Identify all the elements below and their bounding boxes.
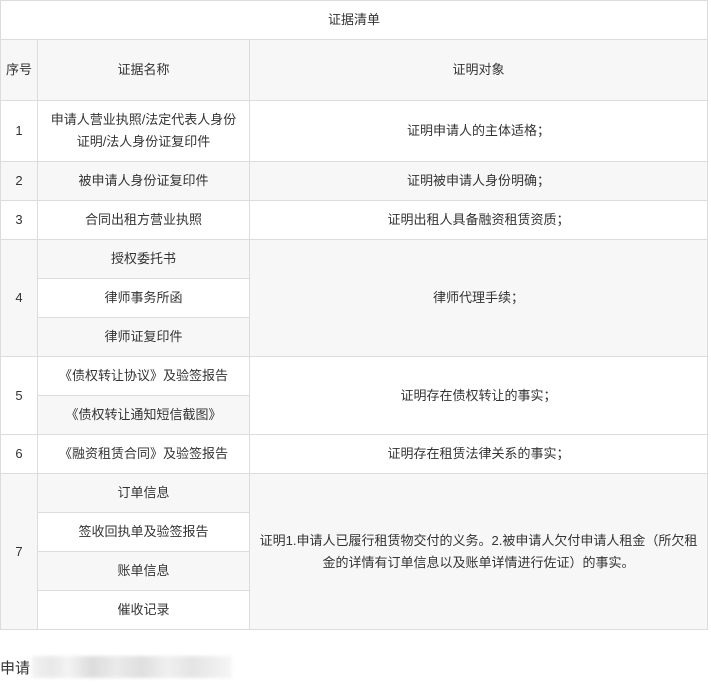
table-row: 4 授权委托书 律师代理手续； xyxy=(0,239,709,357)
evidence-name-cell: 《债权转让通知短信截图》 xyxy=(37,395,250,435)
evidence-name-cell: 订单信息 xyxy=(37,473,250,513)
evidence-name-cell: 合同出租方营业执照 xyxy=(37,200,250,240)
evidence-name-cell: 律师证复印件 xyxy=(37,317,250,357)
table-row: 2 被申请人身份证复印件 证明被申请人身份明确； xyxy=(0,161,709,201)
evidence-name-cell: 账单信息 xyxy=(37,551,250,591)
seq-cell: 2 xyxy=(0,161,38,201)
table-title: 证据清单 xyxy=(0,0,709,40)
purpose-cell: 证明出租人具备融资租赁资质； xyxy=(248,200,709,240)
purpose-cell: 证明1.申请人已履行租赁物交付的义务。2.被申请人欠付申请人租金（所欠租金的详情… xyxy=(248,473,709,630)
evidence-name-cell: 律师事务所函 xyxy=(37,278,250,318)
evidence-name-cell: 《债权转让协议》及验签报告 xyxy=(37,356,250,396)
purpose-cell: 证明申请人的主体适格； xyxy=(248,100,709,162)
table-row: 7 订单信息 证明1.申请人已履行租赁物交付的义务。2.被申请人欠付申请人租金（… xyxy=(0,473,709,630)
table-row: 1 申请人营业执照/法定代表人身份证明/法人身份证复印件 证明申请人的主体适格； xyxy=(0,100,709,162)
column-header-purpose: 证明对象 xyxy=(248,39,709,101)
seq-cell: 3 xyxy=(0,200,38,240)
purpose-cell: 证明存在债权转让的事实； xyxy=(248,356,709,435)
table-row: 6 《融资租赁合同》及验签报告 证明存在租赁法律关系的事实； xyxy=(0,434,709,474)
evidence-name-cell: 签收回执单及验签报告 xyxy=(37,512,250,552)
evidence-name-cell: 《融资租赁合同》及验签报告 xyxy=(37,434,250,474)
evidence-name-cell: 催收记录 xyxy=(37,590,250,630)
evidence-name-cell: 授权委托书 xyxy=(37,239,250,279)
evidence-list-table: 证据清单 序号 证据名称 证明对象 1 申请人营业执照/法定代表人身份证明/法人… xyxy=(0,0,709,630)
evidence-name-cell: 申请人营业执照/法定代表人身份证明/法人身份证复印件 xyxy=(37,100,250,162)
purpose-cell: 证明存在租赁法律关系的事实； xyxy=(248,434,709,474)
purpose-cell: 律师代理手续； xyxy=(248,239,709,357)
table-row: 3 合同出租方营业执照 证明出租人具备融资租赁资质； xyxy=(0,200,709,240)
column-header-seq: 序号 xyxy=(0,39,38,101)
table-row: 5 《债权转让协议》及验签报告 证明存在债权转让的事实； xyxy=(0,356,709,435)
evidence-name-cell: 被申请人身份证复印件 xyxy=(37,161,250,201)
footer-label: 申请 xyxy=(0,659,31,677)
footer-line: 申请 xyxy=(0,656,233,678)
seq-cell: 4 xyxy=(0,239,38,357)
redacted-text xyxy=(32,656,233,678)
seq-cell: 1 xyxy=(0,100,38,162)
seq-cell: 6 xyxy=(0,434,38,474)
seq-cell: 5 xyxy=(0,356,38,435)
purpose-cell: 证明被申请人身份明确； xyxy=(248,161,709,201)
seq-cell: 7 xyxy=(0,473,38,630)
column-header-evidence-name: 证据名称 xyxy=(37,39,250,101)
